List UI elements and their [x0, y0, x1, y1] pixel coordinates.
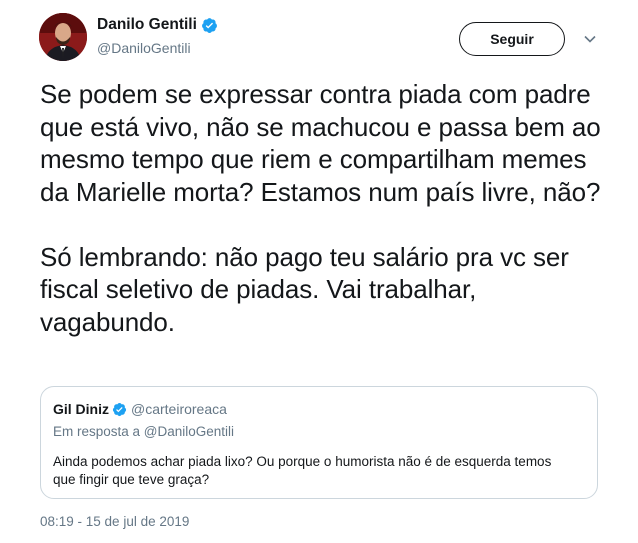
quoted-tweet[interactable]: Gil Diniz @carteiroreaca Em resposta a @… — [40, 386, 598, 499]
quoted-display-name: Gil Diniz — [53, 401, 109, 417]
quoted-author-line: Gil Diniz @carteiroreaca — [53, 401, 227, 417]
quoted-tweet-text: Ainda podemos achar piada lixo? Ou porqu… — [53, 454, 552, 487]
author-name-line[interactable]: Danilo Gentili — [97, 16, 218, 34]
quoted-reply-context: Em resposta a @DaniloGentili — [53, 424, 235, 439]
tweet-timestamp[interactable]: 08:19 - 15 de jul de 2019 — [40, 514, 189, 529]
profile-photo-icon — [39, 13, 87, 61]
tweet-body: Se podem se expressar contra piada com p… — [40, 78, 615, 338]
chevron-down-icon[interactable] — [582, 33, 598, 45]
author-display-name[interactable]: Danilo Gentili — [97, 16, 197, 34]
quoted-handle: @carteiroreaca — [131, 401, 227, 417]
tweet-paragraph: Só lembrando: não pago teu salário pra v… — [40, 241, 569, 337]
author-handle[interactable]: @DaniloGentili — [97, 40, 191, 56]
verified-badge-icon — [201, 17, 217, 33]
avatar[interactable] — [39, 13, 87, 61]
follow-button[interactable]: Seguir — [459, 22, 565, 56]
tweet-paragraph: Se podem se expressar contra piada com p… — [40, 79, 601, 207]
verified-badge-icon — [112, 402, 127, 416]
